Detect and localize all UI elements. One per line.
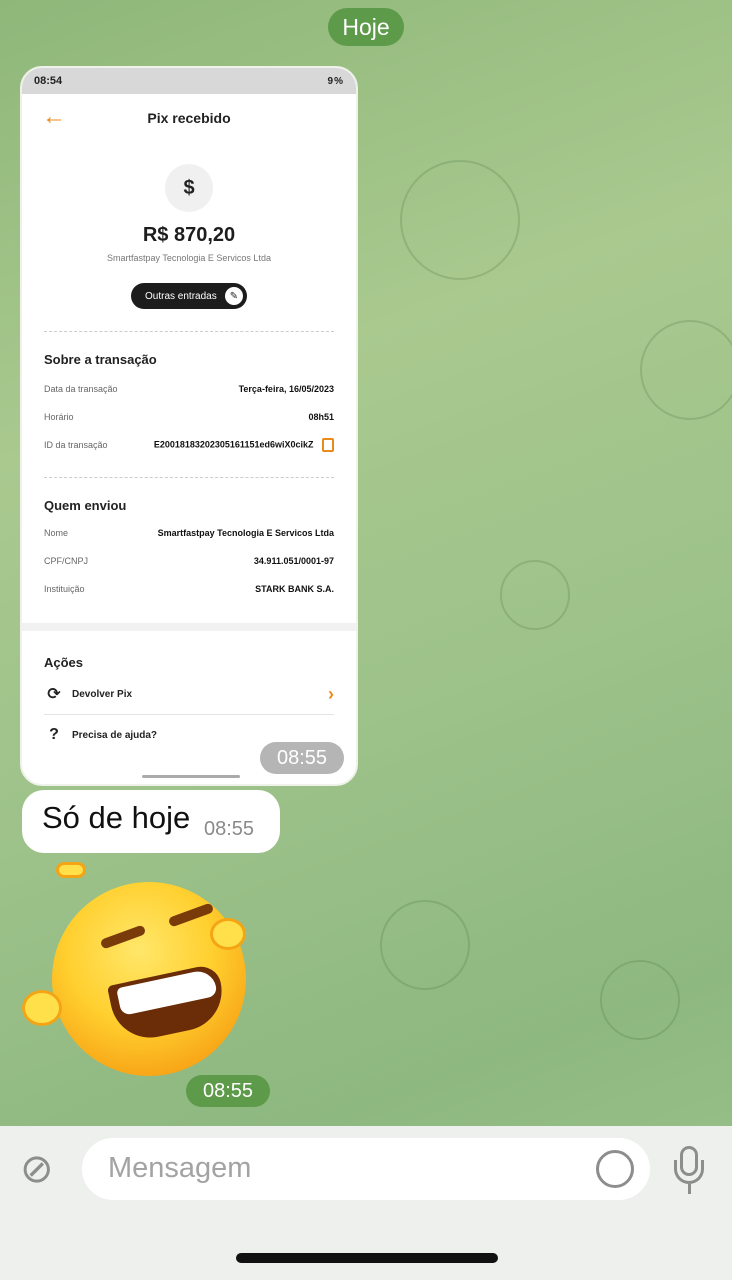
row-value: Terça-feira, 16/05/2023	[238, 384, 334, 394]
action-label: Devolver Pix	[72, 688, 133, 700]
section-gap	[22, 623, 356, 631]
row-value: 08h51	[308, 412, 334, 422]
chevron-right-icon: ›	[328, 683, 334, 704]
sticker-icon[interactable]	[596, 1150, 634, 1188]
wallpaper-doodle	[380, 900, 470, 990]
row-value: E20018183202305161151ed6wiX0cikZ	[153, 439, 314, 450]
sender-row: CPF/CNPJ 34.911.051/0001-97	[44, 547, 334, 575]
microphone-icon[interactable]	[668, 1144, 712, 1196]
status-time: 08:54	[34, 75, 63, 87]
sender-row: Instituição STARK BANK S.A.	[44, 575, 334, 603]
message-placeholder: Mensagem	[108, 1152, 252, 1184]
back-arrow-icon: ←	[42, 103, 66, 130]
sticker-time: 08:55	[186, 1075, 270, 1107]
row-label: ID da transação	[44, 440, 108, 450]
mic-cup	[674, 1160, 704, 1184]
emoji-eye	[99, 924, 147, 950]
row-label: Data da transação	[44, 384, 118, 394]
copy-icon	[322, 438, 334, 452]
tear-drop-icon	[22, 990, 62, 1026]
divider	[44, 331, 334, 332]
screenshot-status-bar: 08:54 9%	[22, 68, 356, 94]
screenshot-home-indicator	[142, 775, 240, 778]
refresh-icon: ⟳	[47, 686, 61, 703]
mic-stem	[688, 1184, 691, 1194]
screenshot-header: ← Pix recebido	[22, 94, 356, 142]
message-input[interactable]: Mensagem	[82, 1138, 650, 1200]
row-label: Horário	[44, 412, 74, 422]
text-message[interactable]: Só de hoje 08:55	[22, 790, 280, 853]
laughing-emoji-sticker[interactable]	[52, 882, 246, 1076]
image-message[interactable]: 08:54 9% ← Pix recebido $ R$ 870,20 Smar…	[20, 66, 358, 786]
row-label: Instituição	[44, 584, 85, 594]
wallpaper-doodle	[400, 160, 520, 280]
wallpaper-doodle	[640, 320, 732, 420]
row-label: CPF/CNPJ	[44, 556, 89, 566]
money-in-icon: $	[165, 164, 213, 212]
transaction-row: Data da transação Terça-feira, 16/05/202…	[44, 375, 334, 403]
divider	[44, 477, 334, 478]
pix-amount: R$ 870,20	[142, 224, 236, 246]
status-battery: 9%	[327, 75, 344, 87]
message-time: 08:55	[260, 742, 344, 774]
screenshot-title: Pix recebido	[147, 110, 231, 126]
tear-drop-icon	[56, 862, 86, 878]
wallpaper-doodle	[500, 560, 570, 630]
date-separator: Hoje	[328, 8, 404, 46]
help-icon: ?	[49, 726, 59, 743]
section-title-transaction: Sobre a transação	[44, 352, 157, 367]
row-value: 34.911.051/0001-97	[253, 556, 334, 566]
transaction-row: Horário 08h51	[44, 403, 334, 431]
sender-row: Nome Smartfastpay Tecnologia E Servicos …	[44, 519, 334, 547]
other-entries-button: Outras entradas ✎	[131, 283, 247, 309]
emoji-eye	[167, 902, 215, 928]
section-title-sender: Quem enviou	[44, 498, 127, 513]
action-return-pix: ⟳ Devolver Pix ›	[44, 674, 334, 714]
other-entries-label: Outras entradas	[145, 290, 217, 302]
transaction-row: ID da transação E20018183202305161151ed6…	[44, 431, 334, 459]
home-indicator	[236, 1253, 498, 1263]
row-value: STARK BANK S.A.	[255, 584, 334, 594]
message-time: 08:55	[204, 818, 255, 840]
section-title-actions: Ações	[44, 655, 84, 670]
wallpaper-doodle	[600, 960, 680, 1040]
tear-drop-icon	[210, 918, 246, 950]
paperclip-icon[interactable]: ⊘	[20, 1144, 64, 1194]
row-value: Smartfastpay Tecnologia E Servicos Ltda	[157, 528, 334, 538]
row-label: Nome	[44, 528, 69, 538]
edit-icon: ✎	[225, 287, 243, 305]
action-label: Precisa de ajuda?	[72, 729, 158, 741]
pix-company: Smartfastpay Tecnologia E Servicos Ltda	[107, 253, 271, 263]
message-text: Só de hoje	[42, 800, 191, 835]
